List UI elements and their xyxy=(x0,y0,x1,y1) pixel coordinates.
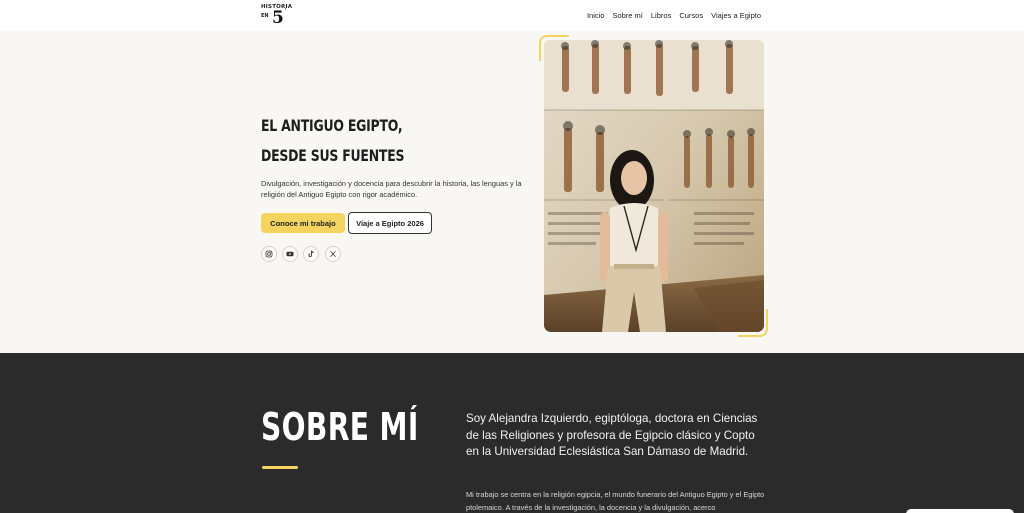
conoce-mi-trabajo-button[interactable]: Conoce mi trabajo xyxy=(261,213,345,233)
nav-cursos[interactable]: Cursos xyxy=(679,11,703,20)
hero-section: EL ANTIGUO EGIPTO, DESDE SUS FUENTES Div… xyxy=(0,31,1024,353)
tiktok-icon[interactable] xyxy=(303,246,319,262)
photo-frame-corner-bottom xyxy=(738,309,768,337)
hero-title: EL ANTIGUO EGIPTO, DESDE SUS FUENTES xyxy=(261,111,404,171)
hero-photo xyxy=(544,40,764,332)
site-header: HISTORIA EN 5 ' Inicio Sobre mí Libros C… xyxy=(0,0,1024,31)
hero-title-line-1: EL ANTIGUO EGIPTO, xyxy=(261,116,403,135)
about-section: SOBRE MÍ Soy Alejandra Izquierdo, egiptó… xyxy=(0,353,1024,513)
about-title-underline xyxy=(262,466,298,469)
about-body-text: Mi trabajo se centra en la religión egip… xyxy=(466,490,765,512)
about-title: SOBRE MÍ xyxy=(261,405,419,449)
main-nav: Inicio Sobre mí Libros Cursos Viajes a E… xyxy=(579,11,761,20)
hero-title-line-2: DESDE SUS FUENTES xyxy=(261,146,405,165)
viaje-a-egipto-button[interactable]: Viaje a Egipto 2026 xyxy=(348,212,432,234)
logo-mark: ' xyxy=(285,8,287,15)
about-lead-text: Soy Alejandra Izquierdo, egiptóloga, doc… xyxy=(466,412,758,458)
nav-sobre-mi[interactable]: Sobre mí xyxy=(612,11,642,20)
x-icon[interactable] xyxy=(325,246,341,262)
nav-inicio[interactable]: Inicio xyxy=(587,11,605,20)
site-logo[interactable]: HISTORIA EN 5 ' xyxy=(261,4,295,28)
hero-description: Divulgación, investigación y docencia pa… xyxy=(261,179,522,199)
nav-viajes-a-egipto[interactable]: Viajes a Egipto xyxy=(711,11,761,20)
instagram-icon[interactable] xyxy=(261,246,277,262)
youtube-icon[interactable] xyxy=(282,246,298,262)
nav-libros[interactable]: Libros xyxy=(651,11,671,20)
logo-number: 5 xyxy=(272,8,284,28)
logo-text-en: EN xyxy=(261,13,269,19)
cookie-banner-edge[interactable] xyxy=(906,509,1014,513)
